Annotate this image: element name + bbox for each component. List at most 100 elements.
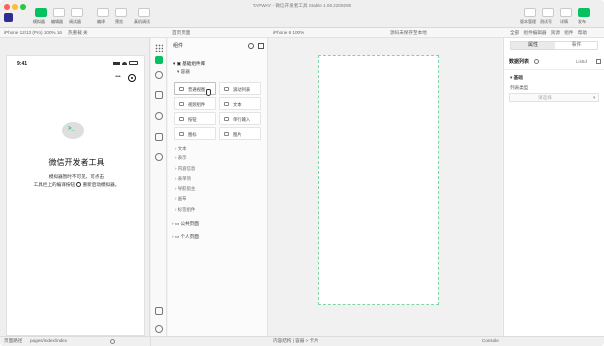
settings-icon[interactable] [155, 153, 163, 161]
wifi-icon [122, 62, 127, 65]
selected-component-title: 数据列表 [509, 59, 530, 65]
view-icon [179, 87, 184, 91]
more-icon[interactable]: ••• [112, 75, 124, 81]
tab-resources[interactable]: 资源 [551, 30, 560, 35]
component-cell-button[interactable]: 按钮 [174, 112, 216, 125]
window-title: TAPWAY - 微信开发者工具 Stable 1.06.2209290 [252, 3, 352, 8]
console-toggle[interactable]: Console [482, 338, 499, 344]
code-icon [53, 8, 65, 17]
cursor-hand-icon [206, 89, 211, 96]
debug-icon [71, 8, 83, 17]
button-icon [179, 117, 184, 121]
signal-icon [113, 62, 120, 65]
version-icon [524, 8, 536, 17]
component-cell-input[interactable]: 单行输入 [219, 112, 261, 125]
refresh-icon [76, 182, 82, 188]
star-icon [179, 132, 184, 136]
phone-icon [35, 8, 47, 17]
tree-item[interactable]: › 文本 [175, 146, 186, 152]
field-label: 列表类型 [510, 85, 529, 90]
sub-toolbar: iPhone 12/13 (Pro) 100% 16 热重载 关 首页页面 iP… [0, 28, 604, 38]
image-icon [224, 132, 229, 136]
components-icon[interactable] [155, 56, 163, 64]
flow-icon[interactable] [155, 91, 163, 99]
tree-item[interactable]: › 表示 [175, 155, 186, 161]
device-select[interactable]: iPhone 12/13 (Pro) 100% 16 [4, 30, 62, 36]
page-path-label[interactable]: 页面路径 [4, 338, 22, 344]
section-title[interactable]: ▾ ▣ 基础组件库 [173, 61, 205, 67]
group-public-pages[interactable]: › ▭ 公共页面 [172, 221, 199, 227]
tree-item[interactable]: › 内容信息 [175, 166, 195, 172]
refresh-icon [97, 8, 109, 17]
avatar[interactable] [4, 13, 13, 22]
help-icon[interactable] [534, 59, 539, 64]
simulator-panel: 9:41 ••• >_ 微信开发者工具 模拟器暂时不可见，可点击 工具栏上的编译… [0, 38, 150, 336]
device-debug-button[interactable]: 真机调试 [134, 8, 152, 25]
eye-icon[interactable] [110, 339, 115, 344]
tab-all[interactable]: 全部 [510, 30, 519, 35]
component-cell-scroll-list[interactable]: 滚动列表 [219, 82, 261, 95]
tab-properties[interactable]: 属性 [511, 42, 555, 49]
tab-component-editor[interactable]: 组件编辑器 [523, 30, 546, 35]
grid-icon[interactable] [155, 44, 163, 52]
capsule-close-icon[interactable] [128, 74, 136, 82]
test-icon [542, 8, 554, 17]
divider [504, 69, 604, 70]
message-line-2: 工具栏上的编译按钮 重新启动模拟器。 [33, 182, 120, 188]
folder-icon: ▭ [174, 234, 180, 239]
group-basic[interactable]: ▾ 基础 [510, 75, 523, 81]
tab-help[interactable]: 帮助 [578, 30, 587, 35]
list-type-select[interactable]: 请选择 ▾ [509, 93, 599, 102]
group-label[interactable]: ▾ 容器 [177, 69, 190, 75]
database-icon[interactable] [155, 71, 163, 79]
artboard[interactable] [318, 55, 439, 305]
wechat-devtools-logo-icon: >_ [62, 122, 84, 139]
list-icon [224, 87, 229, 91]
properties-panel: 属性 事件 数据列表 ListId ▾ 基础 列表类型 请选择 ▾ [503, 38, 604, 336]
page-select[interactable]: 首页页面 [172, 30, 190, 36]
component-cell-icon[interactable]: 图标 [174, 127, 216, 140]
canvas-device-select[interactable]: iPhone 6 100% [273, 30, 304, 36]
share-icon[interactable] [155, 112, 163, 120]
tree-item[interactable]: › 导航宿主 [175, 186, 195, 192]
tab-components[interactable]: 组件 [564, 30, 573, 35]
props-tab-group: 属性 事件 [510, 41, 598, 50]
text-icon [224, 102, 229, 106]
source-status: 源码未保存至本地 [390, 30, 427, 35]
add-icon[interactable] [258, 43, 264, 49]
phone-screen[interactable]: 9:41 ••• >_ 微信开发者工具 模拟器暂时不可见，可点击 工具栏上的编译… [6, 55, 145, 336]
component-cell-text[interactable]: 文本 [219, 97, 261, 110]
compile-button[interactable]: 编译 [95, 8, 111, 25]
tree-item[interactable]: › 画布 [175, 196, 186, 202]
image-icon[interactable] [155, 133, 163, 141]
debugger-button[interactable]: 调试器 [69, 8, 85, 25]
details-button[interactable]: 详情 [558, 8, 574, 25]
version-button[interactable]: 版本管理 [520, 8, 538, 25]
tab-events[interactable]: 事件 [555, 42, 598, 49]
help-icon[interactable] [155, 325, 163, 333]
video-icon [179, 102, 184, 106]
page-path[interactable]: pages/index/index [30, 338, 67, 344]
search-icon[interactable] [248, 43, 254, 49]
component-cell-video[interactable]: 视频组件 [174, 97, 216, 110]
folder-icon: ▭ [174, 221, 180, 226]
status-bar: 页面路径 pages/index/index 内容结构 | 容器 > 卡片 Co… [0, 336, 604, 346]
right-tabs: 全部 组件编辑器 资源 组件 帮助 [510, 30, 587, 36]
chevron-down-icon: ▾ [593, 95, 596, 100]
status-time: 9:41 [17, 61, 28, 67]
cart-icon[interactable] [155, 307, 163, 315]
component-cell-image[interactable]: 图片 [219, 127, 261, 140]
copy-icon[interactable] [596, 59, 601, 64]
group-personal-pages[interactable]: › ▭ 个人页面 [172, 234, 199, 240]
preview-button[interactable]: 预览 [113, 8, 129, 25]
hot-reload-toggle[interactable]: 热重载 关 [68, 30, 88, 36]
publish-button[interactable]: 发布 [576, 8, 592, 25]
editor-button[interactable]: 编辑器 [51, 8, 67, 25]
status-icons [113, 61, 139, 65]
simulator-button[interactable]: 模拟器 [33, 8, 49, 25]
design-canvas [269, 38, 502, 336]
test-account-button[interactable]: 测试号 [540, 8, 556, 25]
tree-item[interactable]: › 表单项 [175, 176, 191, 182]
top-toolbar: 模拟器 编辑器 调试器 编译 预览 真机调试 TAPWAY - 微信开发者工具 … [0, 0, 604, 28]
tree-item[interactable]: › 标签组件 [175, 207, 195, 213]
